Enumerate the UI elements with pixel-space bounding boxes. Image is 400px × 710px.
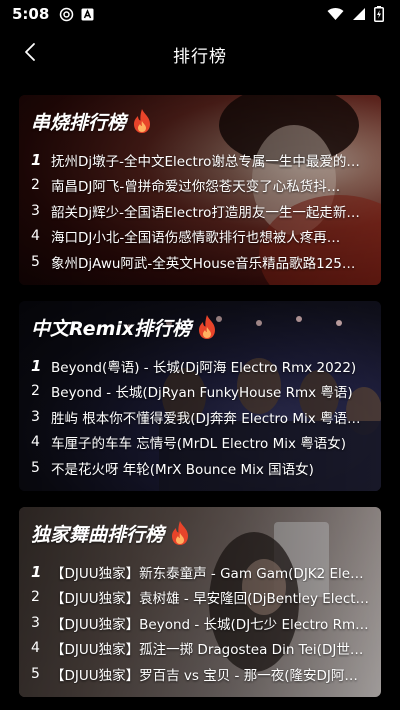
track-title: 胜屿 根本你不懂得爱我(DJ奔奔 Electro Mix 粤语…	[51, 410, 361, 427]
list-item[interactable]: 5 不是花火呀 年轮(MrX Bounce Mix 国语女)	[31, 455, 373, 481]
chart-card-exclusive-dance[interactable]: 独家舞曲排行榜 1 【DJUU独家】新东泰童声 - Gam Gam(DJK2 El…	[19, 507, 381, 697]
status-right-icons	[327, 6, 384, 22]
track-title: 不是花火呀 年轮(MrX Bounce Mix 国语女)	[51, 461, 314, 478]
fire-icon	[170, 520, 190, 546]
rank-number: 3	[31, 202, 40, 219]
rank-number: 5	[31, 253, 40, 270]
rank-number: 2	[31, 383, 40, 400]
rank-list: 1 抚州Dj墩子-全中文Electro谢总专属一生中最爱的… 2 南昌DJ阿飞-曾拼…	[31, 147, 373, 275]
rank-number: 5	[31, 459, 40, 476]
card-title: 独家舞曲排行榜	[31, 523, 165, 546]
track-title: 海口DJ小北-全国语伤感情歌排行也想被人疼再…	[51, 230, 341, 247]
status-bar: 5:08	[0, 0, 400, 28]
track-title: 抚州Dj墩子-全中文Electro谢总专属一生中最爱的…	[51, 153, 360, 170]
list-item[interactable]: 3 胜屿 根本你不懂得爱我(DJ奔奔 Electro Mix 粤语…	[31, 404, 373, 430]
track-title: 南昌DJ阿飞-曾拼命爱过你怨苍天变了心私货抖…	[51, 179, 341, 196]
rank-number: 4	[31, 434, 40, 451]
track-title: 【DJUU独家】Beyond - 长城(DJ七少 Electro Rm…	[51, 616, 369, 633]
track-title: 【DJUU独家】新东泰童声 - Gam Gam(DJK2 Ele…	[51, 565, 364, 582]
rank-number: 1	[31, 356, 42, 375]
rank-number: 1	[31, 150, 42, 169]
radio-icon	[59, 7, 74, 22]
rank-number: 2	[31, 589, 40, 606]
track-title: 象州DjAwu阿武-全英文House音乐精品歌路125…	[51, 255, 356, 272]
track-title: 【DJUU独家】罗百吉 vs 宝贝 - 那一夜(隆安DJ阿…	[51, 667, 358, 684]
list-item[interactable]: 5 【DJUU独家】罗百吉 vs 宝贝 - 那一夜(隆安DJ阿…	[31, 661, 373, 687]
list-item[interactable]: 2 Beyond - 长城(DjRyan FunkyHouse Rmx 粤语)	[31, 379, 373, 405]
rank-number: 2	[31, 177, 40, 194]
card-header: 串烧排行榜	[31, 105, 152, 137]
rank-number: 5	[31, 665, 40, 682]
list-item[interactable]: 3 【DJUU独家】Beyond - 长城(DJ七少 Electro Rm…	[31, 610, 373, 636]
chart-card-chinese-remix[interactable]: 中文Remix排行榜 1 Beyond(粤语) - 长城(Dj阿海 Electro…	[19, 301, 381, 491]
rank-number: 1	[31, 562, 42, 581]
status-left-icons	[59, 7, 94, 22]
list-item[interactable]: 1 【DJUU独家】新东泰童声 - Gam Gam(DJK2 Ele…	[31, 559, 373, 585]
list-item[interactable]: 2 【DJUU独家】袁树雄 - 早安隆回(DjBentley Elect…	[31, 585, 373, 611]
a-notification-icon	[81, 8, 94, 21]
track-title: Beyond(粤语) - 长城(Dj阿海 Electro Rmx 2022)	[51, 359, 357, 376]
card-title: 串烧排行榜	[31, 111, 127, 134]
track-title: 韶关Dj辉少-全国语Electro打造朋友一生一起走新…	[51, 204, 360, 221]
back-button[interactable]	[16, 40, 44, 68]
list-item[interactable]: 3 韶关Dj辉少-全国语Electro打造朋友一生一起走新…	[31, 198, 373, 224]
battery-icon	[374, 6, 384, 22]
rank-list: 1 【DJUU独家】新东泰童声 - Gam Gam(DJK2 Ele… 2 【DJU…	[31, 559, 373, 687]
list-item[interactable]: 5 象州DjAwu阿武-全英文House音乐精品歌路125…	[31, 249, 373, 275]
card-title: 中文Remix排行榜	[31, 317, 192, 340]
track-title: 【DJUU独家】袁树雄 - 早安隆回(DjBentley Elect…	[51, 591, 370, 608]
track-title: 【DJUU独家】孤注一掷 Dragostea Din Tei(DJ世…	[51, 642, 364, 659]
app-bar: 排行榜	[0, 28, 400, 80]
rank-number: 4	[31, 640, 40, 657]
rank-number: 3	[31, 614, 40, 631]
list-item[interactable]: 4 【DJUU独家】孤注一掷 Dragostea Din Tei(DJ世…	[31, 636, 373, 662]
rank-number: 3	[31, 408, 40, 425]
track-title: 车厘子的车车 忘情号(MrDL Electro Mix 粤语女)	[51, 436, 347, 453]
card-header: 独家舞曲排行榜	[31, 517, 190, 549]
card-header: 中文Remix排行榜	[31, 311, 217, 343]
list-item[interactable]: 1 抚州Dj墩子-全中文Electro谢总专属一生中最爱的…	[31, 147, 373, 173]
track-title: Beyond - 长城(DjRyan FunkyHouse Rmx 粤语)	[51, 385, 353, 402]
list-item[interactable]: 2 南昌DJ阿飞-曾拼命爱过你怨苍天变了心私货抖…	[31, 173, 373, 199]
fire-icon	[197, 314, 217, 340]
list-item[interactable]: 4 海口DJ小北-全国语伤感情歌排行也想被人疼再…	[31, 224, 373, 250]
chevron-left-icon	[23, 42, 37, 66]
page-title: 排行榜	[173, 46, 227, 67]
list-item[interactable]: 4 车厘子的车车 忘情号(MrDL Electro Mix 粤语女)	[31, 430, 373, 456]
rank-list: 1 Beyond(粤语) - 长城(Dj阿海 Electro Rmx 2022) …	[31, 353, 373, 481]
status-time: 5:08	[12, 5, 50, 23]
wifi-icon	[327, 7, 344, 21]
fire-icon	[132, 108, 152, 134]
signal-icon	[352, 7, 366, 21]
rank-number: 4	[31, 228, 40, 245]
chart-card-medley[interactable]: 串烧排行榜 1 抚州Dj墩子-全中文Electro谢总专属一生中最爱的… 2 南昌D…	[19, 95, 381, 285]
list-item[interactable]: 1 Beyond(粤语) - 长城(Dj阿海 Electro Rmx 2022)	[31, 353, 373, 379]
